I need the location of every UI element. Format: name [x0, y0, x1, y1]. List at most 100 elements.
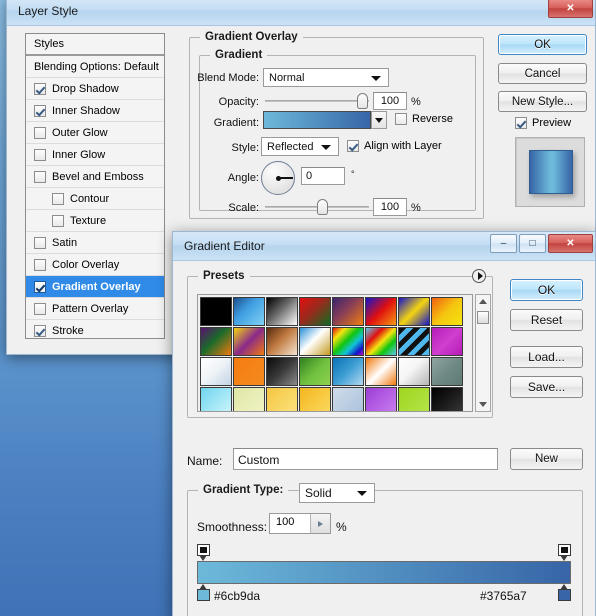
preset-swatch[interactable]: [332, 357, 364, 386]
preview-checkbox[interactable]: Preview: [515, 117, 571, 129]
checkbox-box[interactable]: [34, 258, 46, 271]
gradient-type-select[interactable]: Solid: [299, 483, 375, 503]
reset-button[interactable]: Reset: [510, 309, 583, 331]
scale-slider-thumb[interactable]: [317, 199, 328, 215]
gradient-strip[interactable]: [197, 561, 571, 584]
preset-swatch[interactable]: [431, 387, 463, 411]
smoothness-spinner[interactable]: 100: [269, 513, 331, 534]
preset-swatch[interactable]: [332, 327, 364, 356]
checkbox-box[interactable]: [34, 170, 46, 183]
close-icon[interactable]: ✕: [548, 234, 593, 253]
scroll-up-icon[interactable]: [479, 299, 487, 304]
checkbox-box[interactable]: [34, 324, 46, 337]
new-button[interactable]: New: [510, 448, 583, 470]
close-icon[interactable]: ✕: [548, 0, 593, 18]
minimize-icon[interactable]: –: [490, 234, 517, 253]
preset-swatch[interactable]: [332, 297, 364, 326]
opacity-slider-thumb[interactable]: [357, 93, 368, 109]
styles-list-item[interactable]: Drop Shadow: [26, 78, 164, 100]
checkbox-box[interactable]: [34, 82, 46, 95]
styles-list-item[interactable]: Inner Shadow: [26, 100, 164, 122]
preset-swatch[interactable]: [398, 297, 430, 326]
new-style-button[interactable]: New Style...: [498, 91, 587, 112]
styles-list-item[interactable]: Outer Glow: [26, 122, 164, 144]
styles-list-item[interactable]: Blending Options: Default: [26, 56, 164, 78]
scale-input[interactable]: 100: [373, 198, 407, 216]
checkbox-box[interactable]: [34, 126, 46, 139]
preset-swatch[interactable]: [431, 357, 463, 386]
presets-menu-icon[interactable]: [472, 269, 486, 283]
angle-input[interactable]: 0: [301, 167, 345, 185]
opacity-stop-right[interactable]: [558, 544, 571, 561]
preset-swatch[interactable]: [233, 387, 265, 411]
scroll-down-icon[interactable]: [479, 402, 487, 407]
preset-swatch[interactable]: [299, 387, 331, 411]
styles-list[interactable]: Styles Blending Options: Default Drop Sha…: [25, 33, 165, 339]
checkbox-box[interactable]: [34, 148, 46, 161]
styles-list-item[interactable]: Texture: [26, 210, 164, 232]
preset-swatch[interactable]: [200, 387, 232, 411]
preset-swatch[interactable]: [299, 327, 331, 356]
styles-list-item[interactable]: Color Overlay: [26, 254, 164, 276]
styles-list-item[interactable]: Inner Glow: [26, 144, 164, 166]
checkbox-box[interactable]: [52, 214, 64, 227]
smoothness-value[interactable]: 100: [270, 514, 310, 533]
cancel-button[interactable]: Cancel: [498, 63, 587, 84]
preset-swatch[interactable]: [200, 297, 232, 326]
save-button[interactable]: Save...: [510, 376, 583, 398]
checkbox-box[interactable]: [34, 302, 46, 315]
checkbox-box[interactable]: [34, 104, 46, 117]
presets-scrollbar[interactable]: [475, 294, 491, 412]
preset-swatch[interactable]: [233, 327, 265, 356]
gradient-picker-button[interactable]: [371, 111, 387, 129]
preset-swatch[interactable]: [266, 297, 298, 326]
preset-swatch[interactable]: [398, 327, 430, 356]
preset-swatch[interactable]: [332, 387, 364, 411]
styles-list-item[interactable]: Pattern Overlay: [26, 298, 164, 320]
styles-list-item[interactable]: Satin: [26, 232, 164, 254]
blend-mode-select[interactable]: Normal: [263, 68, 389, 87]
preset-swatch[interactable]: [266, 357, 298, 386]
load-button[interactable]: Load...: [510, 346, 583, 368]
reverse-checkbox[interactable]: Reverse: [395, 113, 453, 125]
smoothness-stepper-icon[interactable]: [310, 514, 330, 533]
opacity-stop-left[interactable]: [197, 544, 210, 561]
ok-button[interactable]: OK: [510, 279, 583, 301]
scale-slider[interactable]: [265, 198, 369, 216]
ok-button[interactable]: OK: [498, 34, 587, 55]
preset-swatch[interactable]: [398, 387, 430, 411]
styles-list-item[interactable]: Stroke: [26, 320, 164, 338]
style-select[interactable]: Reflected: [261, 137, 339, 156]
gradient-preview-swatch[interactable]: [263, 111, 371, 129]
styles-list-item[interactable]: Bevel and Emboss: [26, 166, 164, 188]
preset-swatch[interactable]: [299, 357, 331, 386]
preset-swatch[interactable]: [365, 297, 397, 326]
color-stop-left[interactable]: [197, 584, 210, 601]
preset-swatch[interactable]: [233, 357, 265, 386]
preset-swatch[interactable]: [431, 297, 463, 326]
checkbox-box[interactable]: [52, 192, 64, 205]
preset-swatch[interactable]: [431, 327, 463, 356]
preset-swatch[interactable]: [299, 297, 331, 326]
align-with-layer-checkbox[interactable]: Align with Layer: [347, 140, 442, 152]
checkbox-box[interactable]: [34, 280, 46, 293]
layer-style-titlebar[interactable]: Layer Style ✕: [7, 0, 595, 26]
preset-swatch[interactable]: [365, 387, 397, 411]
styles-list-item[interactable]: Contour: [26, 188, 164, 210]
checkbox-box[interactable]: [34, 236, 46, 249]
preset-swatch[interactable]: [200, 327, 232, 356]
preset-swatch[interactable]: [266, 387, 298, 411]
preset-swatch[interactable]: [200, 357, 232, 386]
presets-grid[interactable]: [197, 294, 473, 412]
opacity-input[interactable]: 100: [373, 92, 407, 110]
preset-swatch[interactable]: [233, 297, 265, 326]
name-input[interactable]: Custom: [233, 448, 498, 470]
scrollbar-thumb[interactable]: [477, 311, 489, 324]
preset-swatch[interactable]: [266, 327, 298, 356]
color-stop-right[interactable]: [558, 584, 571, 601]
styles-list-item[interactable]: Gradient Overlay: [26, 276, 164, 298]
preset-swatch[interactable]: [398, 357, 430, 386]
angle-dial[interactable]: [261, 161, 295, 195]
opacity-slider[interactable]: [265, 92, 369, 110]
preset-swatch[interactable]: [365, 357, 397, 386]
